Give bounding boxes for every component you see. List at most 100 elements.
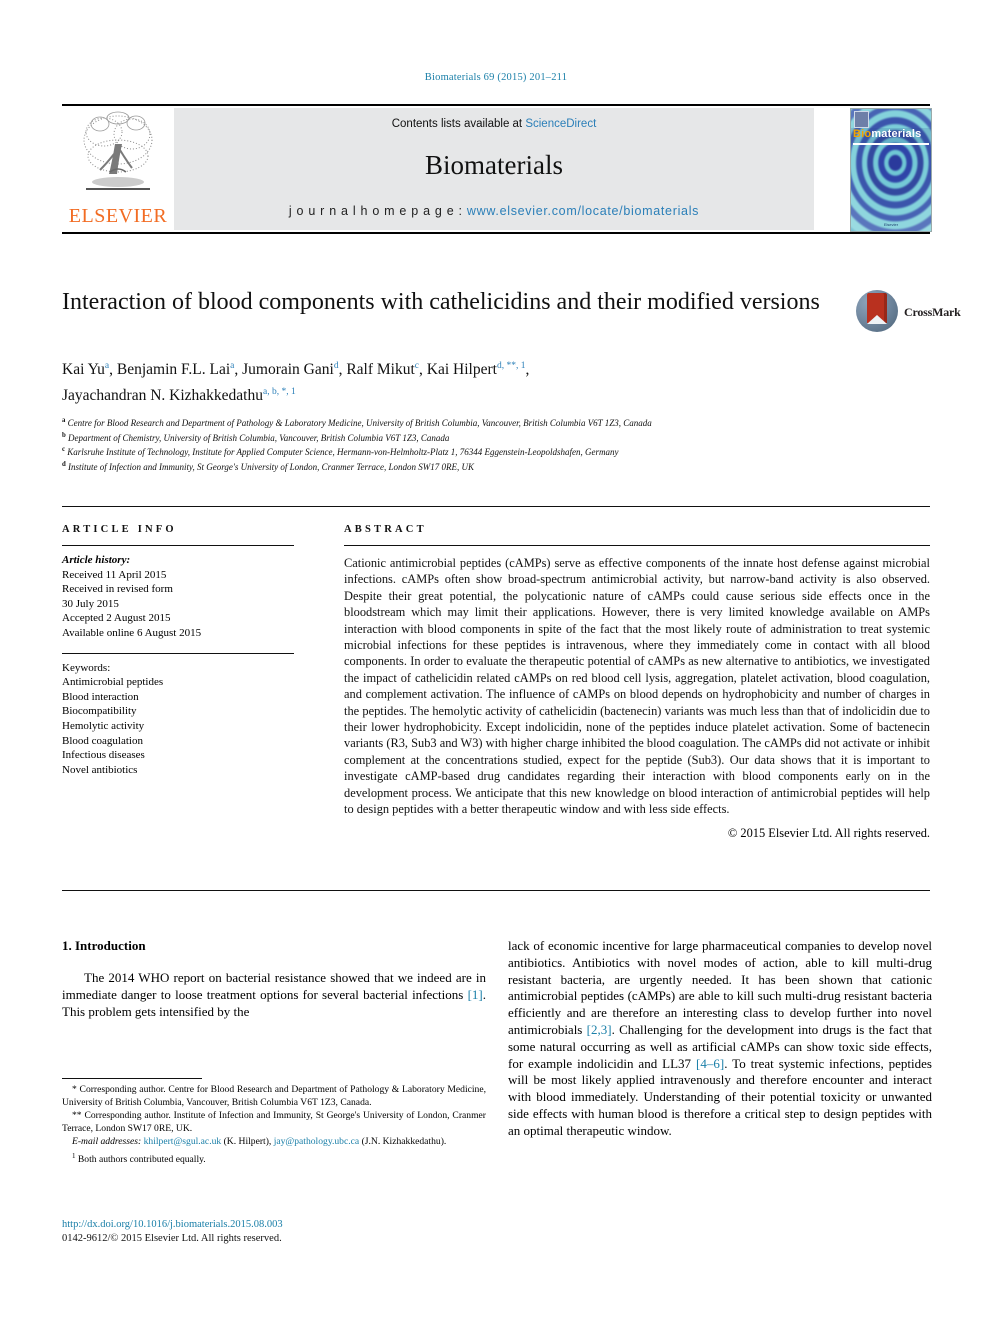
cover-word-materials: materials [871, 128, 922, 140]
running-head: Biomaterials 69 (2015) 201–211 [424, 72, 568, 83]
crossmark-notch [867, 315, 887, 324]
author-sup: c [414, 361, 420, 371]
history-item: Received 11 April 2015 [62, 568, 167, 581]
email-addresses-label: E-mail addresses: [72, 1136, 142, 1148]
journal-cover-thumbnail: Biomaterials Elsevier [850, 108, 932, 232]
author-list: Kai Yua, Benjamin F.L. Laia, Jumorain Ga… [62, 361, 530, 405]
article-history-label: Article history: [62, 554, 131, 566]
affiliation-item: c Karlsruhe Institute of Technology, Ins… [62, 444, 862, 459]
affiliation-label: d [62, 460, 66, 468]
author-sup: a, b, *, 1 [263, 387, 296, 398]
elsevier-wordmark: ELSEVIER [68, 205, 168, 227]
abstract-block-bottom-rule [62, 890, 930, 891]
keyword-item: Novel antibiotics [62, 763, 138, 776]
author-name: Kai Yu [62, 361, 105, 379]
history-item: 30 July 2015 [62, 597, 119, 610]
intro-text-pre: The 2014 WHO report on bacterial resista… [62, 970, 486, 1002]
elsevier-tree-icon [70, 110, 166, 205]
section-heading-introduction: 1. Introduction [62, 938, 146, 953]
abstract-block: ABSTRACT Cationic antimicrobial peptides… [344, 524, 930, 841]
footnote-equal-text: Both authors contributed equally. [77, 1154, 206, 1166]
affiliation-label: a [62, 417, 66, 424]
article-info-block: ARTICLE INFO Article history: Received 1… [62, 524, 294, 777]
abstract-block-top-rule [62, 506, 930, 507]
footnote-equal-contribution: 1 Both authors contributed equally. [62, 1150, 486, 1167]
author-name: Kai Hilpert [426, 361, 497, 379]
sciencedirect-link[interactable]: ScienceDirect [525, 118, 596, 130]
journal-homepage-link[interactable]: www.elsevier.com/locate/biomaterials [467, 204, 699, 218]
article-info-heading: ARTICLE INFO [62, 524, 177, 535]
affiliation-text: Karlsruhe Institute of Technology, Insti… [67, 447, 619, 458]
journal-header: ELSEVIER Contents lists available at Sci… [62, 108, 932, 232]
citation-ref-46[interactable]: [4–6] [696, 1056, 724, 1071]
intro-paragraph-right: lack of economic incentive for large pha… [508, 938, 932, 1140]
header-center-band: Contents lists available at ScienceDirec… [174, 108, 814, 230]
crossmark-icon [856, 290, 898, 332]
author-sup: a [104, 361, 110, 371]
intro-paragraph-left: The 2014 WHO report on bacterial resista… [62, 970, 486, 1020]
keywords-label: Keywords: [62, 661, 111, 674]
email-owner-hilpert: (K. Hilpert) [223, 1136, 269, 1148]
journal-title: Biomaterials [425, 150, 563, 180]
author-name: Ralf Mikut [346, 361, 415, 379]
affiliation-text: Institute of Infection and Immunity, St … [68, 461, 475, 472]
keyword-item: Antimicrobial peptides [62, 676, 164, 689]
footnote-marker: 1 [72, 1151, 76, 1160]
article-info-rule [62, 545, 294, 546]
affiliation-item: a Centre for Blood Research and Departme… [62, 415, 862, 430]
history-item: Accepted 2 August 2015 [62, 612, 171, 625]
author-name: Jayachandran N. Kizhakkedathu [62, 387, 263, 405]
keyword-item: Biocompatibility [62, 705, 137, 718]
history-item: Received in revised form [62, 583, 173, 596]
footnote-corresponding-1: * Corresponding author. Centre for Blood… [62, 1084, 486, 1108]
footnote-rule [62, 1078, 202, 1079]
keyword-item: Blood interaction [62, 690, 139, 703]
abstract-rule [344, 545, 930, 546]
author-sup: a [230, 361, 235, 371]
doi-link[interactable]: http://dx.doi.org/10.1016/j.biomaterials… [62, 1218, 486, 1232]
cover-underline [853, 143, 929, 145]
keyword-item: Blood coagulation [62, 734, 143, 747]
header-rule-top [62, 104, 930, 106]
contents-lists-line: Contents lists available at ScienceDirec… [174, 118, 814, 130]
keyword-item: Hemolytic activity [62, 719, 145, 732]
abstract-text: Cationic antimicrobial peptides (cAMPs) … [344, 556, 930, 817]
paper-page: Biomaterials 69 (2015) 201–211 ELSEVIER … [0, 0, 992, 1323]
contents-prefix: Contents lists available at [391, 118, 526, 130]
affiliation-text: Department of Chemistry, University of B… [68, 432, 450, 443]
cover-footer-text: Elsevier [883, 222, 899, 227]
cover-wordmark: Biomaterials [853, 128, 931, 140]
elsevier-logo: ELSEVIER [62, 108, 174, 230]
affiliation-item: b Department of Chemistry, University of… [62, 430, 862, 445]
keywords-rule [62, 652, 294, 654]
affiliation-label: c [62, 446, 66, 454]
footnote-emails: E-mail addresses: khilpert@sgul.ac.uk (K… [72, 1136, 447, 1148]
crossmark-badge[interactable]: CrossMark [856, 290, 961, 334]
footnote-block: * Corresponding author. Centre for Blood… [62, 1084, 486, 1168]
history-item: Available online 6 August 2015 [62, 626, 202, 639]
abstract-heading: ABSTRACT [344, 524, 427, 535]
citation-ref-1[interactable]: [1] [468, 987, 483, 1002]
body-column-right: lack of economic incentive for large pha… [508, 938, 932, 1140]
keyword-item: Infectious diseases [62, 749, 145, 762]
affiliation-label: b [62, 431, 66, 439]
email-link-kizhakkedathu[interactable]: jay@pathology.ubc.ca [274, 1136, 359, 1147]
affiliation-list: a Centre for Blood Research and Departme… [62, 415, 862, 473]
author-name: Benjamin F.L. Lai [116, 361, 231, 379]
abstract-copyright: © 2015 Elsevier Ltd. All rights reserved… [727, 825, 930, 840]
cover-word-bio: Bio [853, 128, 872, 140]
citation-ref-23[interactable]: [2,3] [587, 1022, 612, 1037]
author-name: Jumorain Gani [242, 361, 334, 379]
journal-homepage-line: j o u r n a l h o m e p a g e : www.else… [174, 204, 814, 218]
affiliation-text: Centre for Blood Research and Department… [67, 418, 652, 428]
email-link-hilpert[interactable]: khilpert@sgul.ac.uk [144, 1136, 222, 1147]
crossmark-label: CrossMark [904, 305, 961, 319]
footnote-corresponding-2: ** Corresponding author. Institute of In… [62, 1110, 486, 1134]
keywords-block: Keywords: Antimicrobial peptides Blood i… [62, 661, 294, 778]
body-column-left: 1. Introduction The 2014 WHO report on b… [62, 938, 486, 1020]
issn-copyright: 0142-9612/© 2015 Elsevier Ltd. All right… [62, 1233, 282, 1244]
author-sup: d [333, 361, 339, 371]
page-title: Interaction of blood components with cat… [62, 289, 820, 315]
homepage-prefix: j o u r n a l h o m e p a g e : [288, 204, 467, 218]
article-history: Article history: Received 11 April 2015 … [62, 553, 294, 641]
